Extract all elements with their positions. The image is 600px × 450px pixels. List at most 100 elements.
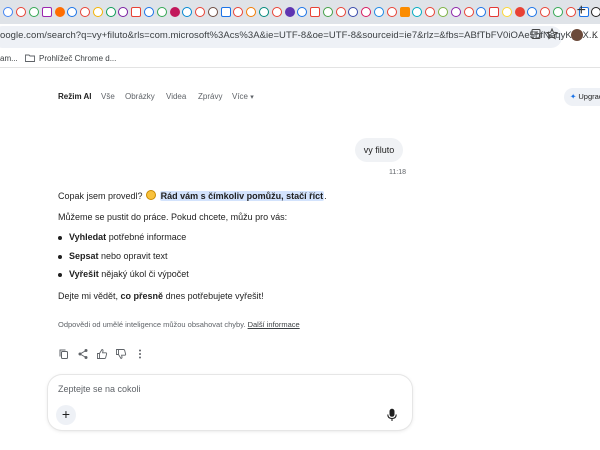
tab-favicon[interactable]	[476, 7, 487, 17]
answer-line-2: Můžeme se pustit do práce. Pokud chcete,…	[58, 212, 288, 222]
list-item-bold: Vyhledat	[69, 232, 107, 242]
tab-videos[interactable]: Videa	[166, 92, 186, 101]
tab-more[interactable]: Více ▾	[232, 92, 254, 101]
tab-favicon[interactable]	[386, 7, 397, 17]
tab-favicon[interactable]	[131, 7, 142, 17]
answer-text: dnes potřebujete vyřešit!	[163, 291, 264, 301]
tab-ai-mode[interactable]: Režim AI	[58, 92, 92, 101]
tab-favicon[interactable]	[169, 7, 180, 17]
tab-favicon[interactable]	[233, 7, 244, 17]
smiling-face-icon	[146, 190, 157, 200]
sparkle-icon: ✦	[570, 92, 577, 101]
tab-favicon[interactable]	[565, 7, 576, 17]
browser-tab-strip: +	[0, 0, 600, 24]
tab-favicon[interactable]	[182, 7, 193, 17]
tab-favicon[interactable]	[501, 7, 512, 17]
tab-favicon[interactable]	[271, 7, 282, 17]
bookmark-label: Prohlížeč Chrome d...	[39, 54, 117, 63]
prompt-composer[interactable]: Zeptejte se na cokoli +	[48, 375, 412, 430]
tab-images[interactable]: Obrázky	[125, 92, 155, 101]
tab-favicon[interactable]	[514, 7, 525, 17]
tab-all[interactable]: Vše	[101, 92, 115, 101]
tab-favicon[interactable]	[67, 7, 78, 17]
bookmark-item[interactable]: am...	[0, 54, 18, 63]
tab-favicon[interactable]	[361, 7, 372, 17]
tab-favicon[interactable]	[527, 7, 538, 17]
tab-favicon[interactable]	[207, 7, 218, 17]
tab-favicon[interactable]	[220, 7, 231, 17]
tab-favicon[interactable]	[92, 7, 103, 17]
tab-favicon[interactable]	[552, 7, 563, 17]
tab-favicon[interactable]	[335, 7, 346, 17]
omnibox[interactable]: oogle.com/search?q=vy+filuto&rls=com.mic…	[0, 26, 597, 48]
disclaimer-text: Odpovědi od umělé inteligence můžou obsa…	[58, 320, 246, 329]
folder-icon	[25, 54, 35, 62]
list-item-text: potřebné informace	[106, 232, 187, 242]
list-item-text: nebo opravit text	[98, 251, 168, 261]
bullet-dot	[58, 236, 62, 240]
tab-favicon[interactable]	[118, 7, 129, 17]
tab-favicon[interactable]	[259, 7, 270, 17]
share-icon[interactable]	[530, 28, 542, 43]
copy-icon[interactable]	[58, 348, 70, 360]
tab-favicon[interactable]	[425, 7, 436, 17]
tab-favicon[interactable]	[195, 7, 206, 17]
answer-bold-text: co přesně	[120, 291, 164, 301]
bookmark-label: am...	[0, 54, 18, 63]
list-item: Vyřešit nějaký úkol či výpočet	[69, 269, 189, 279]
tab-favicon[interactable]	[310, 7, 321, 17]
new-tab-button[interactable]: +	[577, 2, 586, 20]
tab-favicon[interactable]	[374, 7, 385, 17]
microphone-icon[interactable]	[386, 408, 398, 422]
learn-more-link[interactable]: Další informace	[248, 320, 300, 329]
list-item-bold: Vyřešit	[69, 269, 99, 279]
tab-favicon[interactable]	[156, 7, 167, 17]
tab-favicon[interactable]	[284, 7, 295, 17]
bookmark-item[interactable]: Prohlížeč Chrome d...	[25, 54, 116, 63]
bullet-dot	[58, 273, 62, 277]
tab-favicon[interactable]	[540, 7, 551, 17]
upgrade-button[interactable]: ✦ Upgrad	[564, 88, 600, 106]
tab-favicon[interactable]	[80, 7, 91, 17]
tab-favicon[interactable]	[399, 7, 410, 17]
list-item-text: nějaký úkol či výpočet	[98, 269, 189, 279]
tab-favicon[interactable]	[591, 7, 600, 17]
share-icon[interactable]	[77, 348, 89, 360]
add-attachment-button[interactable]: +	[56, 405, 76, 425]
tab-favicon[interactable]	[143, 7, 154, 17]
tab-favicon[interactable]	[322, 7, 333, 17]
tab-favicon[interactable]	[412, 7, 423, 17]
chevron-down-icon: ▾	[250, 94, 254, 101]
bookmarks-bar: am... Prohlížeč Chrome d...	[0, 50, 600, 68]
tab-news[interactable]: Zprávy	[198, 92, 222, 101]
user-message-bubble: vy filuto	[355, 138, 403, 162]
bullet-dot	[58, 255, 62, 259]
tab-favicon[interactable]	[3, 7, 14, 17]
tab-favicon[interactable]	[105, 7, 116, 17]
tab-favicon[interactable]	[450, 7, 461, 17]
thumbs-up-icon[interactable]	[96, 348, 108, 360]
tab-favicon[interactable]	[463, 7, 474, 17]
profile-initial[interactable]: K	[592, 30, 598, 40]
tab-favicon[interactable]	[437, 7, 448, 17]
tab-favicon[interactable]	[246, 7, 257, 17]
more-vert-icon[interactable]	[134, 348, 146, 360]
tab-favicon[interactable]	[41, 7, 52, 17]
thumbs-down-icon[interactable]	[115, 348, 127, 360]
tab-favicon[interactable]	[54, 7, 65, 17]
tab-favicon[interactable]	[348, 7, 359, 17]
answer-text: .	[324, 191, 327, 201]
bookmark-star-icon[interactable]	[545, 27, 559, 43]
list-item-bold: Sepsat	[69, 251, 99, 261]
tab-favicon[interactable]	[28, 7, 39, 17]
answer-text: Dejte mi vědět,	[58, 291, 121, 301]
tab-favicon[interactable]	[297, 7, 308, 17]
profile-avatar[interactable]	[571, 29, 583, 41]
tab-favicon[interactable]	[489, 7, 500, 17]
tab-favicon[interactable]	[16, 7, 27, 17]
message-time: 11:18	[389, 169, 406, 176]
answer-line-1: Copak jsem provedl? Rád vám s čímkoliv p…	[58, 190, 327, 201]
tab-more-label: Více	[232, 92, 249, 101]
prompt-input[interactable]: Zeptejte se na cokoli	[58, 384, 141, 394]
url-text[interactable]: oogle.com/search?q=vy+filuto&rls=com.mic…	[0, 30, 597, 41]
